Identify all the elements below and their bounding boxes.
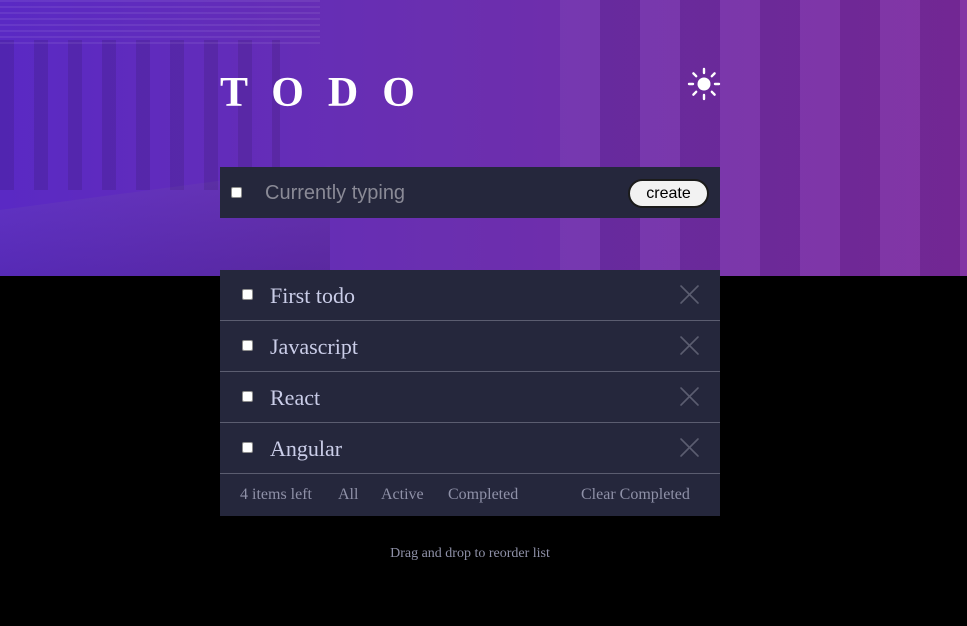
filter-active[interactable]: Active [381,486,424,504]
todo-item[interactable]: Javascript [220,321,720,372]
close-icon[interactable] [679,335,700,356]
todo-footer: 4 items left All Active Completed Clear … [220,474,720,516]
items-left-count: 4 items left [240,486,312,503]
todo-checkbox[interactable] [242,442,253,453]
create-button[interactable]: create [628,179,709,208]
filter-completed[interactable]: Completed [448,486,518,504]
header-background-image [0,0,967,276]
close-icon[interactable] [679,386,700,407]
todo-item[interactable]: React [220,372,720,423]
close-icon[interactable] [679,437,700,458]
todo-item[interactable]: Angular [220,423,720,474]
todo-checkbox[interactable] [242,289,253,300]
clear-completed-button[interactable]: Clear Completed [581,486,690,504]
todo-checkbox[interactable] [242,340,253,351]
todo-text: First todo [270,283,355,308]
create-todo-checkbox[interactable] [231,187,242,198]
app-title: TODO [220,70,439,116]
reorder-hint: Drag and drop to reorder list [390,546,550,561]
filter-all[interactable]: All [338,486,358,504]
todo-list: First todo Javascript React Angular 4 it… [220,270,720,516]
create-todo-bar: create [220,167,720,218]
sun-icon [687,67,721,101]
todo-text: Javascript [270,334,358,359]
todo-item[interactable]: First todo [220,270,720,321]
create-todo-input[interactable] [265,177,605,209]
theme-toggle-button[interactable] [686,66,722,102]
todo-text: React [270,385,321,410]
close-icon[interactable] [679,284,700,305]
todo-checkbox[interactable] [242,391,253,402]
todo-text: Angular [270,436,343,461]
